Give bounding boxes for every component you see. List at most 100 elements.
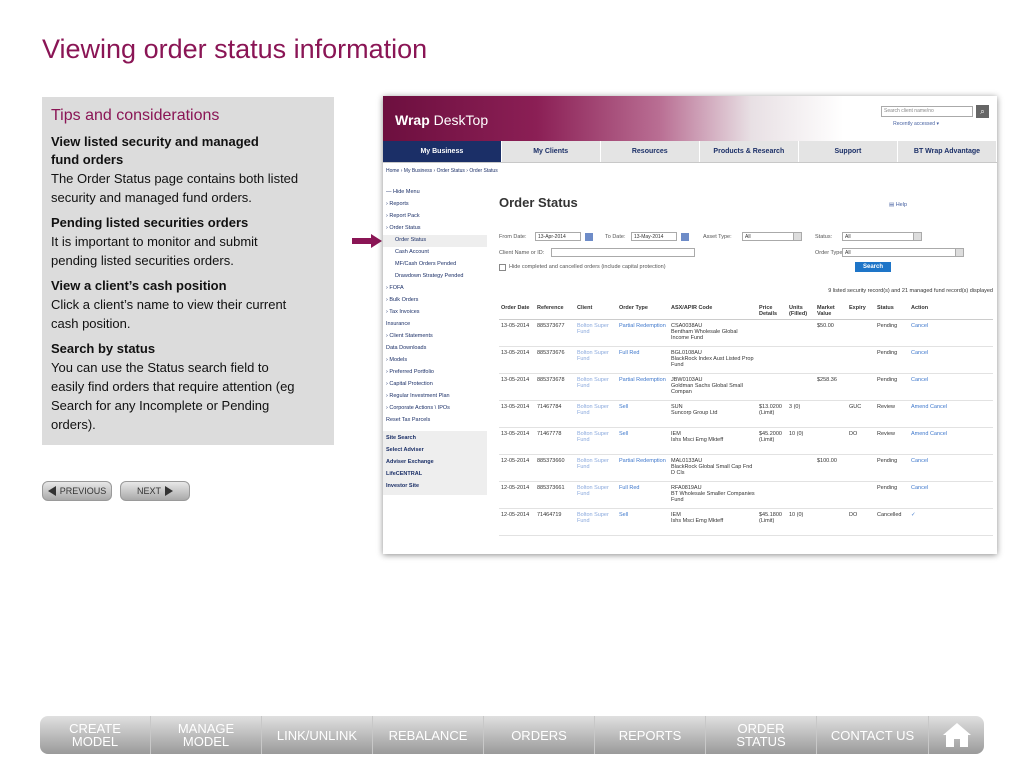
status-select[interactable]: All: [842, 232, 922, 241]
cell-client[interactable]: Bolton Super Fund: [575, 373, 617, 401]
cell-order-type[interactable]: Partial Redemption: [617, 454, 669, 482]
cell-action[interactable]: Cancel: [909, 454, 993, 482]
breadcrumb[interactable]: Home › My Business › Order Status › Orde…: [383, 163, 997, 177]
cell-action[interactable]: Cancel: [909, 346, 993, 374]
sidebar-item-selected[interactable]: Order Status: [383, 235, 487, 247]
cell-order-type[interactable]: Sell: [617, 400, 669, 428]
rebalance-button[interactable]: REBALANCE: [373, 716, 484, 754]
sidebar-item[interactable]: Data Downloads: [383, 343, 487, 355]
recently-accessed-link[interactable]: Recently accessed ▾: [893, 121, 939, 127]
cell-order-type[interactable]: Full Red: [617, 346, 669, 374]
sidebar-item[interactable]: › Reports: [383, 199, 487, 211]
tip-body: The Order Status page contains both list…: [51, 171, 299, 205]
client-search-input[interactable]: Search client name/no: [881, 106, 973, 117]
investor-site-link[interactable]: Investor Site: [383, 481, 487, 493]
col-code[interactable]: ASX/APIR Code: [669, 303, 757, 320]
cell-action[interactable]: Amend Cancel: [909, 427, 993, 455]
sidebar-item[interactable]: › Tax Invoices: [383, 307, 487, 319]
search-icon[interactable]: ⌕: [976, 105, 989, 118]
sidebar-item[interactable]: Drawdown Strategy Pended: [383, 271, 487, 283]
manage-model-button[interactable]: MANAGE MODEL: [151, 716, 262, 754]
cell-action[interactable]: Cancel: [909, 373, 993, 401]
order-status-button[interactable]: ORDER STATUS: [706, 716, 817, 754]
cell-order-type[interactable]: Partial Redemption: [617, 319, 669, 347]
col-order-date[interactable]: Order Date: [499, 303, 535, 320]
reports-button[interactable]: REPORTS: [595, 716, 706, 754]
sidebar-item[interactable]: › FOFA: [383, 283, 487, 295]
sidebar-item[interactable]: › Corporate Actions \ IPOs: [383, 403, 487, 415]
sidebar-item[interactable]: › Report Pack: [383, 211, 487, 223]
cell-status: Cancelled: [875, 508, 909, 536]
cell-client[interactable]: Bolton Super Fund: [575, 400, 617, 428]
cell-order-type[interactable]: Partial Redemption: [617, 373, 669, 401]
help-link[interactable]: ▤ Help: [889, 202, 907, 208]
to-date-input[interactable]: 13-May-2014: [631, 232, 677, 241]
col-units[interactable]: Units (Filled): [787, 303, 815, 320]
site-search-link[interactable]: Site Search: [383, 433, 487, 445]
nav-my-business[interactable]: My Business: [383, 141, 502, 162]
cell-client[interactable]: Bolton Super Fund: [575, 508, 617, 536]
table-row: 12-05-2014 71464719 Bolton Super Fund Sell I…: [499, 508, 993, 536]
sidebar-item[interactable]: › Regular Investment Plan: [383, 391, 487, 403]
from-date-input[interactable]: 13-Apr-2014: [535, 232, 581, 241]
adviser-exchange-link[interactable]: Adviser Exchange: [383, 457, 487, 469]
cell-market-value: [815, 427, 847, 455]
previous-button[interactable]: PREVIOUS: [42, 481, 112, 501]
side-menu: — Hide Menu › Reports › Report Pack › Or…: [383, 187, 487, 495]
link-unlink-button[interactable]: LINK/UNLINK: [262, 716, 373, 754]
asset-type-select[interactable]: All: [742, 232, 802, 241]
cell-action[interactable]: Cancel: [909, 319, 993, 347]
cell-client[interactable]: Bolton Super Fund: [575, 319, 617, 347]
sidebar-item[interactable]: › Preferred Portfolio: [383, 367, 487, 379]
orders-button[interactable]: ORDERS: [484, 716, 595, 754]
order-type-select[interactable]: All: [842, 248, 964, 257]
contact-us-button[interactable]: CONTACT US: [817, 716, 929, 754]
nav-resources[interactable]: Resources: [601, 141, 700, 162]
client-name-input[interactable]: [551, 248, 695, 257]
tips-heading: Tips and considerations: [51, 107, 220, 124]
sidebar-item[interactable]: › Capital Protection: [383, 379, 487, 391]
calendar-icon[interactable]: [585, 233, 593, 241]
col-order-type[interactable]: Order Type: [617, 303, 669, 320]
nav-products-research[interactable]: Products & Research: [700, 141, 799, 162]
sidebar-item[interactable]: — Hide Menu: [383, 187, 487, 199]
select-adviser-link[interactable]: Select Adviser: [383, 445, 487, 457]
nav-bt-wrap-advantage[interactable]: BT Wrap Advantage: [898, 141, 997, 162]
search-button[interactable]: Search: [855, 262, 891, 272]
nav-my-clients[interactable]: My Clients: [502, 141, 601, 162]
cell-action[interactable]: Cancel: [909, 481, 993, 509]
cell-client[interactable]: Bolton Super Fund: [575, 346, 617, 374]
cell-action[interactable]: ✓: [909, 508, 993, 536]
hide-completed-checkbox[interactable]: [499, 264, 506, 271]
lifecentral-link[interactable]: LifeCENTRAL: [383, 469, 487, 481]
col-market-value[interactable]: Market Value: [815, 303, 847, 320]
sidebar-item[interactable]: Insurance: [383, 319, 487, 331]
sidebar-item[interactable]: › Bulk Orders: [383, 295, 487, 307]
cell-client[interactable]: Bolton Super Fund: [575, 427, 617, 455]
col-price[interactable]: Price Details: [757, 303, 787, 320]
cell-order-type[interactable]: Full Red: [617, 481, 669, 509]
cell-action[interactable]: Amend Cancel: [909, 400, 993, 428]
sidebar-item[interactable]: › Order Status: [383, 223, 487, 235]
sidebar-item[interactable]: Reset Tax Parcels: [383, 415, 487, 427]
cell-order-type[interactable]: Sell: [617, 508, 669, 536]
sidebar-item[interactable]: Cash Account: [383, 247, 487, 259]
cell-reference: 885373661: [535, 481, 575, 509]
cell-price: $13.0200 (Limit): [757, 400, 787, 428]
sidebar-item[interactable]: › Models: [383, 355, 487, 367]
col-expiry[interactable]: Expiry: [847, 303, 875, 320]
next-button[interactable]: NEXT: [120, 481, 190, 501]
col-client[interactable]: Client: [575, 303, 617, 320]
sidebar-item[interactable]: MF/Cash Orders Pended: [383, 259, 487, 271]
sidebar-item[interactable]: › Client Statements: [383, 331, 487, 343]
col-reference[interactable]: Reference: [535, 303, 575, 320]
create-model-button[interactable]: CREATE MODEL: [40, 716, 151, 754]
col-status[interactable]: Status: [875, 303, 909, 320]
nav-support[interactable]: Support: [799, 141, 898, 162]
calendar-icon[interactable]: [681, 233, 689, 241]
home-button[interactable]: [929, 716, 984, 754]
cell-order-type[interactable]: Sell: [617, 427, 669, 455]
cell-client[interactable]: Bolton Super Fund: [575, 481, 617, 509]
cell-client[interactable]: Bolton Super Fund: [575, 454, 617, 482]
cell-status: Pending: [875, 319, 909, 347]
